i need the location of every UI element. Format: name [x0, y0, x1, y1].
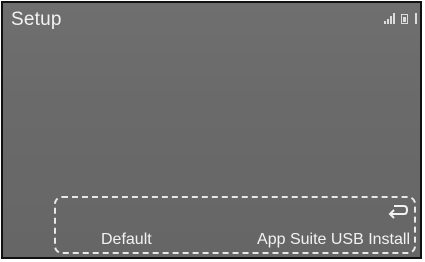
signal-icon: [384, 13, 395, 24]
bluetooth-icon: [414, 13, 417, 24]
app-suite-usb-install-button[interactable]: App Suite USB Install: [257, 231, 410, 249]
setup-screen: Setup Default App Suite USB Install: [1, 1, 422, 259]
default-button[interactable]: Default: [101, 231, 152, 249]
footer-button-area: Default App Suite USB Install: [54, 196, 416, 254]
return-arrow-icon[interactable]: [385, 202, 409, 220]
battery-icon: [401, 14, 408, 24]
page-title: Setup: [11, 9, 62, 30]
status-bar: [384, 10, 417, 24]
